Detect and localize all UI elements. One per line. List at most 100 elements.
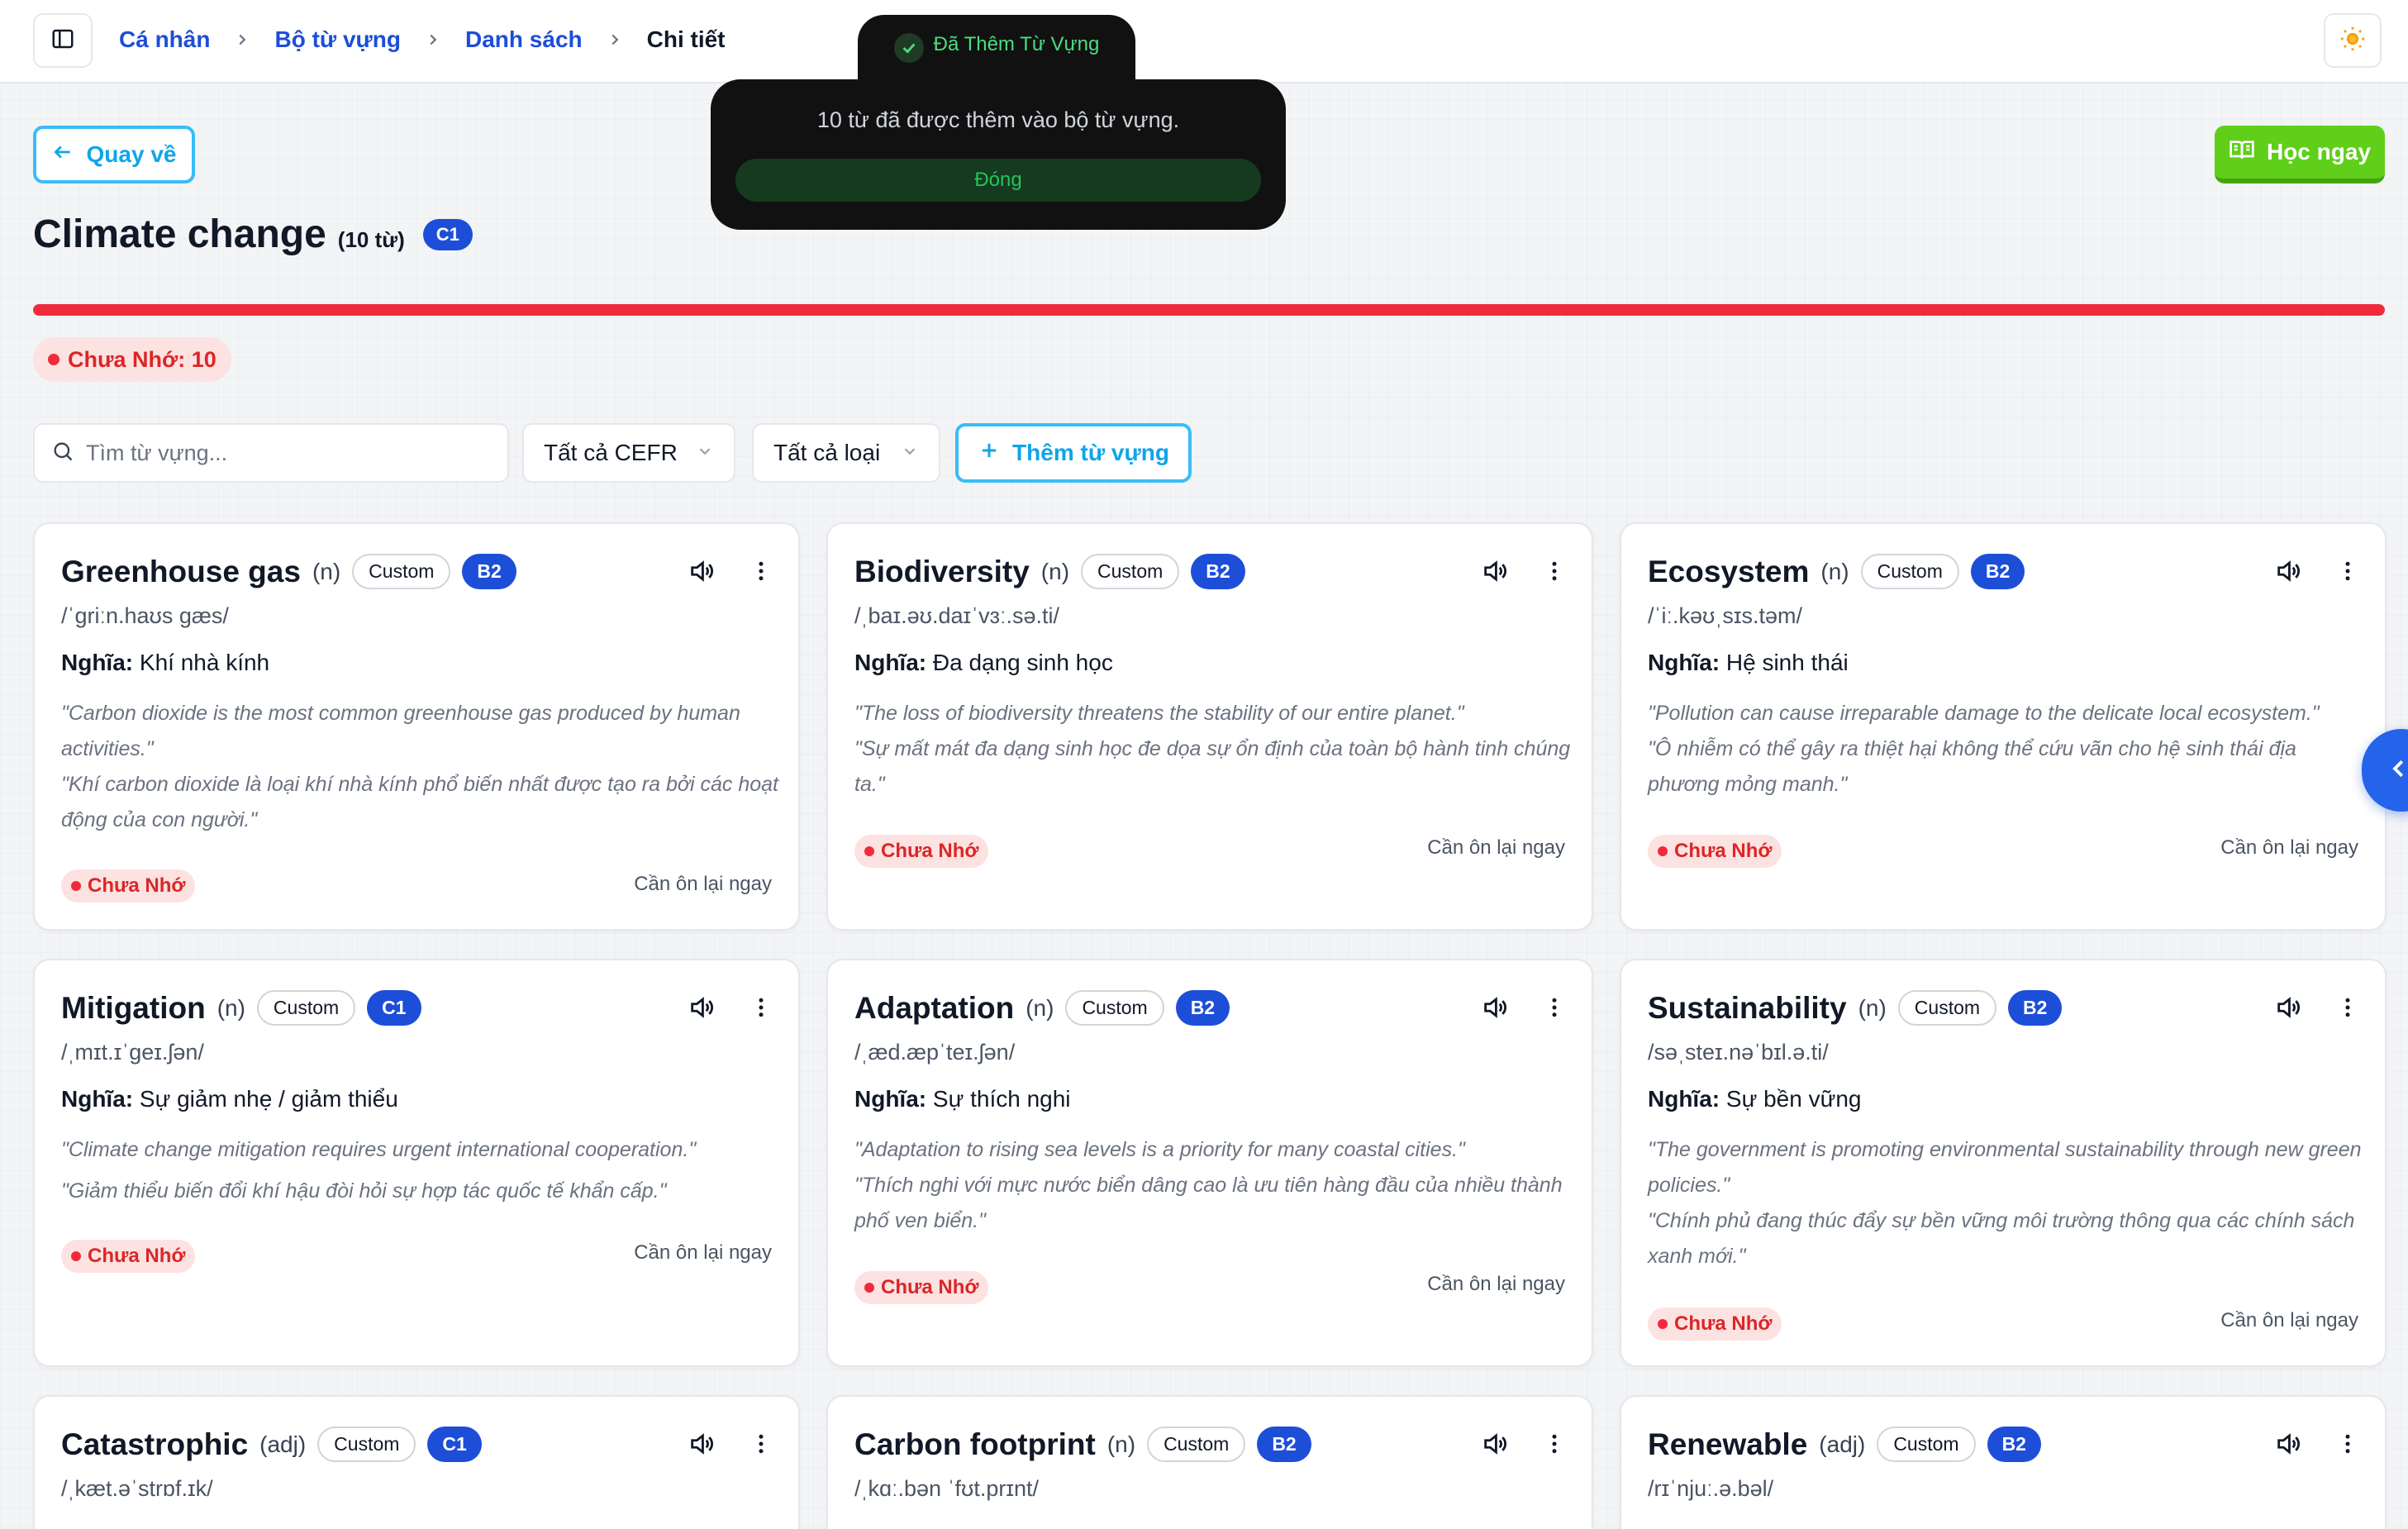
speaker-icon[interactable] bbox=[688, 1430, 716, 1462]
word-title: Biodiversity bbox=[854, 554, 1030, 588]
review-hint: Cần ôn lại ngay bbox=[2220, 1309, 2358, 1331]
pronunciation: /səˌsteɪ.nəˈbɪl.ə.ti/ bbox=[1648, 1040, 1829, 1065]
progress-fill-unlearned bbox=[33, 304, 2385, 316]
more-vertical-icon[interactable] bbox=[1542, 1431, 1567, 1460]
status-dot-icon bbox=[71, 881, 81, 891]
status-badge: Chưa Nhớ bbox=[61, 869, 196, 903]
part-of-speech: (n) bbox=[217, 994, 245, 1021]
breadcrumb-personal[interactable]: Cá nhân bbox=[119, 26, 210, 53]
more-vertical-icon[interactable] bbox=[1542, 995, 1567, 1024]
add-word-button[interactable]: Thêm từ vựng bbox=[955, 423, 1192, 483]
status-badge: Chưa Nhớ bbox=[854, 835, 989, 868]
speaker-icon[interactable] bbox=[688, 557, 716, 589]
status-label: Chưa Nhớ bbox=[881, 840, 979, 862]
more-vertical-icon[interactable] bbox=[749, 559, 773, 588]
example-vi: "Sự mất mát đa dạng sinh học đe dọa sự ổ… bbox=[854, 737, 1571, 796]
level-badge: C1 bbox=[367, 990, 421, 1026]
search-input[interactable] bbox=[86, 440, 483, 466]
vocab-card[interactable]: Sustainability (n) Custom B2 /səˌsteɪ.nə… bbox=[1620, 959, 2387, 1367]
more-vertical-icon[interactable] bbox=[2335, 995, 2360, 1024]
example-en: "The loss of biodiversity threatens the … bbox=[854, 702, 1464, 725]
meaning: Nghĩa: Sự giảm nhẹ / giảm thiểu bbox=[61, 1086, 398, 1112]
example-vi: "Ô nhiễm có thể gây ra thiệt hại không t… bbox=[1648, 737, 2296, 796]
level-badge: B2 bbox=[462, 554, 516, 589]
part-of-speech: (n) bbox=[312, 558, 341, 584]
speaker-icon[interactable] bbox=[2274, 557, 2302, 589]
more-vertical-icon[interactable] bbox=[749, 995, 773, 1024]
breadcrumb: Cá nhân Bộ từ vựng Danh sách Chi tiết bbox=[119, 23, 726, 56]
pronunciation: /ˌbaɪ.əʊ.daɪˈvɜː.sə.ti/ bbox=[854, 603, 1060, 628]
arrow-left-icon bbox=[52, 141, 74, 169]
pronunciation: /ˌkæt.əˈstrɒf.ɪk/ bbox=[61, 1476, 213, 1501]
word-title: Ecosystem bbox=[1648, 554, 1810, 588]
sidebar-toggle-button[interactable] bbox=[33, 13, 93, 68]
toast-close-button[interactable]: Đóng bbox=[735, 159, 1261, 202]
status-label: Chưa Nhớ bbox=[881, 1276, 979, 1298]
learn-now-button[interactable]: Học ngay bbox=[2215, 126, 2385, 183]
theme-toggle-button[interactable] bbox=[2324, 13, 2382, 68]
plus-icon bbox=[978, 439, 1001, 468]
vocab-card[interactable]: Adaptation (n) Custom B2 /ˌæd.æpˈteɪ.ʃən… bbox=[826, 959, 1593, 1367]
breadcrumb-list[interactable]: Danh sách bbox=[465, 26, 583, 53]
vocab-card[interactable]: Greenhouse gas (n) Custom B2 /ˈɡriːn.haʊ… bbox=[33, 522, 800, 931]
speaker-icon[interactable] bbox=[1481, 1430, 1509, 1462]
vocab-card[interactable]: Carbon footprint (n) Custom B2 /ˌkɑː.bən… bbox=[826, 1395, 1593, 1529]
back-label: Quay về bbox=[86, 141, 177, 167]
toast-message: 10 từ đã được thêm vào bộ từ vựng. bbox=[816, 107, 1180, 132]
word-title: Renewable bbox=[1648, 1427, 1808, 1461]
example-en: "Adaptation to rising sea levels is a pr… bbox=[854, 1138, 1465, 1161]
speaker-icon[interactable] bbox=[2274, 993, 2302, 1026]
pronunciation: /ˌæd.æpˈteɪ.ʃən/ bbox=[854, 1040, 1016, 1065]
part-of-speech: (n) bbox=[1820, 558, 1849, 584]
meaning-label: Nghĩa: bbox=[1648, 650, 1720, 675]
word-title: Catastrophic bbox=[61, 1427, 249, 1461]
meaning-label: Nghĩa: bbox=[61, 1086, 134, 1112]
speaker-icon[interactable] bbox=[1481, 557, 1509, 589]
chevron-down-icon bbox=[696, 440, 714, 466]
speaker-icon[interactable] bbox=[688, 993, 716, 1026]
part-of-speech: (n) bbox=[1026, 994, 1054, 1021]
vocab-card[interactable]: Renewable (adj) Custom B2 /rɪˈnjuː.ə.bəl… bbox=[1620, 1395, 2387, 1529]
meaning-text: Sự bền vững bbox=[1725, 1086, 1862, 1112]
more-vertical-icon[interactable] bbox=[2335, 1431, 2360, 1460]
status-badge: Chưa Nhớ bbox=[1648, 1308, 1782, 1341]
level-badge: B2 bbox=[1191, 554, 1245, 589]
type-filter-select[interactable]: Tất cả loại bbox=[752, 423, 940, 483]
pronunciation: /ˈiː.kəʊˌsɪs.təm/ bbox=[1648, 603, 1802, 628]
more-vertical-icon[interactable] bbox=[1542, 559, 1567, 588]
cefr-filter-value: Tất cả CEFR bbox=[544, 440, 678, 465]
custom-tag: Custom bbox=[1147, 1427, 1246, 1462]
status-dot-icon bbox=[71, 1251, 81, 1261]
learn-now-label: Học ngay bbox=[2266, 139, 2372, 164]
custom-tag: Custom bbox=[1897, 990, 1997, 1026]
meaning-label: Nghĩa: bbox=[854, 650, 927, 675]
part-of-speech: (adj) bbox=[259, 1431, 307, 1457]
meaning: Nghĩa: Hệ sinh thái bbox=[1648, 650, 1849, 676]
progress-bar bbox=[33, 304, 2385, 316]
more-vertical-icon[interactable] bbox=[2335, 559, 2360, 588]
meaning-label: Nghĩa: bbox=[1648, 1086, 1720, 1112]
vocab-card[interactable]: Catastrophic (adj) Custom C1 /ˌkæt.əˈstr… bbox=[33, 1395, 800, 1529]
unlearned-stat-badge: Chưa Nhớ: 10 bbox=[33, 337, 231, 382]
meaning: Nghĩa: Sự thích nghi bbox=[854, 1086, 1071, 1112]
vocab-card[interactable]: Mitigation (n) Custom C1 /ˌmɪt.ɪˈɡeɪ.ʃən… bbox=[33, 959, 800, 1367]
search-icon bbox=[51, 440, 74, 467]
cefr-filter-select[interactable]: Tất cả CEFR bbox=[522, 423, 735, 483]
vocab-card[interactable]: Ecosystem (n) Custom B2 /ˈiː.kəʊˌsɪs.təm… bbox=[1620, 522, 2387, 931]
meaning-label: Nghĩa: bbox=[61, 650, 134, 675]
chevron-right-icon bbox=[424, 31, 442, 49]
back-button[interactable]: Quay về bbox=[33, 126, 195, 183]
speaker-icon[interactable] bbox=[2274, 1430, 2302, 1462]
example-en: "Climate change mitigation requires urge… bbox=[61, 1138, 697, 1161]
page-title: Climate change bbox=[33, 212, 326, 256]
speaker-icon[interactable] bbox=[1481, 993, 1509, 1026]
status-dot-icon bbox=[864, 1283, 874, 1293]
custom-tag: Custom bbox=[1065, 990, 1164, 1026]
status-dot-icon bbox=[1658, 1319, 1668, 1329]
more-vertical-icon[interactable] bbox=[749, 1431, 773, 1460]
vocab-card[interactable]: Biodiversity (n) Custom B2 /ˌbaɪ.əʊ.daɪˈ… bbox=[826, 522, 1593, 931]
status-badge: Chưa Nhớ bbox=[61, 1240, 196, 1273]
search-box bbox=[33, 423, 509, 483]
breadcrumb-vocab-sets[interactable]: Bộ từ vựng bbox=[274, 26, 401, 53]
review-hint: Cần ôn lại ngay bbox=[1427, 1273, 1565, 1295]
